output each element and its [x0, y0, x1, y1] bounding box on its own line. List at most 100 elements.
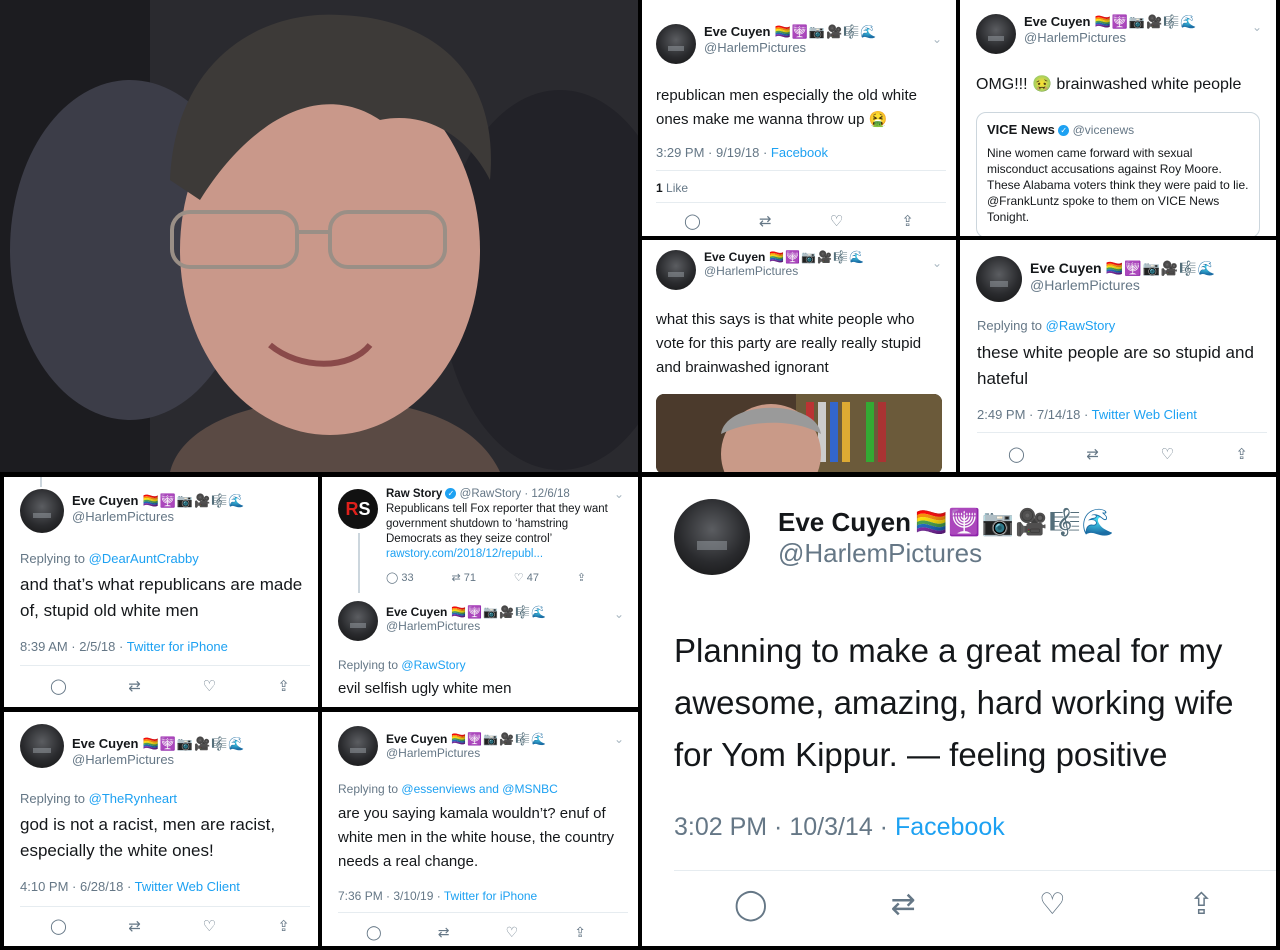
avatar[interactable] — [674, 499, 750, 575]
reply-icon[interactable]: ◯ — [50, 917, 67, 935]
chevron-down-icon[interactable]: ⌄ — [614, 607, 624, 621]
display-name[interactable]: Eve Cuyen — [704, 24, 770, 39]
handle[interactable]: @HarlemPictures — [72, 509, 246, 525]
chevron-down-icon[interactable]: ⌄ — [932, 256, 942, 270]
display-name[interactable]: Eve Cuyen — [1030, 260, 1102, 276]
share-icon[interactable]: ⇪ — [277, 677, 290, 695]
tweet-text: god is not a racist, men are racist, esp… — [20, 815, 276, 860]
tweet-card-6[interactable]: RS Raw Story ✓ @RawStory · 12/6/18 Repub… — [322, 477, 638, 707]
display-name[interactable]: Eve Cuyen — [386, 732, 447, 746]
tweet-card-5[interactable]: Eve Cuyen 🏳️‍🌈🕎📷🎥🎼🌊 @HarlemPictures Reply… — [4, 477, 318, 707]
retweet-icon[interactable]: ⇄ — [1086, 445, 1099, 463]
tweet-text: and that’s what republicans are made of,… — [20, 575, 303, 620]
chevron-down-icon[interactable]: ⌄ — [932, 32, 942, 46]
heart-icon[interactable]: ♡ — [1039, 887, 1066, 922]
chevron-down-icon[interactable]: ⌄ — [614, 487, 624, 501]
chevron-down-icon[interactable]: ⌄ — [1252, 20, 1262, 34]
handle[interactable]: @HarlemPictures — [704, 264, 865, 278]
tweet-card-3[interactable]: Eve Cuyen 🏳️‍🌈🕎📷🎥🎼🌊 @HarlemPictures ⌄ wha… — [642, 240, 956, 472]
heart-icon[interactable]: ♡ — [202, 917, 215, 935]
avatar[interactable] — [976, 256, 1022, 302]
name-emojis: 🏳️‍🌈🕎📷🎥🎼🌊 — [914, 507, 1116, 537]
handle[interactable]: @HarlemPictures — [386, 746, 547, 760]
share-icon[interactable]: ⇪ — [901, 212, 914, 230]
verified-icon: ✓ — [445, 488, 457, 500]
heart-icon[interactable]: ♡ — [830, 212, 843, 230]
share-icon[interactable]: ⇪ — [277, 917, 290, 935]
share-icon[interactable]: ⇪ — [1235, 445, 1248, 463]
chevron-down-icon[interactable]: ⌄ — [614, 732, 624, 746]
share-icon[interactable]: ⇪ — [577, 571, 586, 584]
rawstory-name[interactable]: Raw Story — [386, 488, 442, 500]
retweet-icon[interactable]: ⇄ — [438, 924, 450, 941]
like-count[interactable]: 1 Like — [656, 181, 688, 195]
heart-icon[interactable]: ♡ — [202, 677, 215, 695]
retweet-icon[interactable]: ⇄ 71 — [451, 571, 476, 584]
avatar[interactable] — [20, 724, 64, 768]
reply-icon[interactable]: ◯ — [366, 924, 382, 941]
reply-mention-link[interactable]: @TheRynheart — [89, 791, 177, 806]
tweet-text: evil selfish ugly white men — [338, 680, 512, 697]
rawstory-handle[interactable]: @RawStory · 12/6/18 — [460, 488, 570, 500]
avatar[interactable] — [656, 250, 696, 290]
reply-icon[interactable]: ◯ — [684, 212, 701, 230]
avatar[interactable] — [976, 14, 1016, 54]
heart-icon[interactable]: ♡ 47 — [514, 571, 539, 584]
display-name[interactable]: Eve Cuyen — [704, 250, 765, 264]
heart-icon[interactable]: ♡ — [1160, 445, 1173, 463]
rawstory-text: Republicans tell Fox reporter that they … — [386, 503, 608, 545]
tweet-timestamp[interactable]: 4:10 PM · 6/28/18 · Twitter Web Client — [20, 879, 240, 894]
handle[interactable]: @HarlemPictures — [704, 40, 878, 56]
reply-icon[interactable]: ◯ — [1008, 445, 1025, 463]
reply-mention-link[interactable]: @DearAuntCrabby — [89, 551, 199, 566]
display-name[interactable]: Eve Cuyen — [72, 736, 138, 751]
replying-to: Replying to @RawStory — [977, 318, 1116, 333]
rawstory-link[interactable]: rawstory.com/2018/12/republ... — [386, 547, 626, 562]
handle[interactable]: @HarlemPictures — [72, 752, 246, 768]
retweet-icon[interactable]: ⇄ — [128, 677, 141, 695]
avatar[interactable] — [20, 489, 64, 533]
tweet-card-2[interactable]: Eve Cuyen 🏳️‍🌈🕎📷🎥🎼🌊 @HarlemPictures ⌄ OMG… — [960, 0, 1276, 236]
handle[interactable]: @HarlemPictures — [778, 538, 1115, 569]
avatar[interactable] — [338, 601, 378, 641]
tweet-card-8[interactable]: Eve Cuyen 🏳️‍🌈🕎📷🎥🎼🌊 @HarlemPictures ⌄ Rep… — [322, 712, 638, 946]
display-name[interactable]: Eve Cuyen — [1024, 14, 1090, 29]
share-icon[interactable]: ⇪ — [1189, 887, 1214, 922]
tweet-timestamp[interactable]: 3:29 PM · 9/19/18 · Facebook — [656, 145, 828, 160]
avatar[interactable] — [656, 24, 696, 64]
tweet-image[interactable] — [656, 394, 942, 472]
avatar[interactable] — [338, 726, 378, 766]
reply-mention-link[interactable]: @essenviews and @MSNBC — [401, 782, 557, 796]
tweet-timestamp[interactable]: 8:39 AM · 2/5/18 · Twitter for iPhone — [20, 639, 228, 654]
handle[interactable]: @HarlemPictures — [1030, 277, 1216, 294]
tweet-text: Planning to make a great meal for my awe… — [674, 632, 1234, 773]
name-emojis: 🏳️‍🌈🕎📷🎥🎼🌊 — [1105, 260, 1217, 276]
tweet-card-1[interactable]: Eve Cuyen 🏳️‍🌈🕎📷🎥🎼🌊 @HarlemPictures ⌄ rep… — [642, 0, 956, 236]
tweet-card-9[interactable]: Eve Cuyen 🏳️‍🌈🕎📷🎥🎼🌊 @HarlemPictures Plann… — [642, 477, 1276, 946]
reply-mention-link[interactable]: @RawStory — [1046, 318, 1116, 333]
share-icon[interactable]: ⇪ — [574, 924, 586, 941]
name-emojis: 🏳️‍🌈🕎📷🎥🎼🌊 — [142, 736, 246, 751]
reply-mention-link[interactable]: @RawStory — [401, 658, 465, 672]
tweet-text: are you saying kamala wouldn’t? enuf of … — [338, 805, 614, 870]
handle[interactable]: @HarlemPictures — [386, 619, 547, 633]
tweet-timestamp[interactable]: 3:02 PM · 10/3/14 · Facebook — [674, 813, 1005, 842]
rawstory-avatar[interactable]: RS — [338, 489, 378, 529]
display-name[interactable]: Eve Cuyen — [386, 605, 447, 619]
name-emojis: 🏳️‍🌈🕎📷🎥🎼🌊 — [451, 732, 548, 746]
handle[interactable]: @HarlemPictures — [1024, 30, 1198, 46]
retweet-icon[interactable]: ⇄ — [891, 887, 916, 922]
tweet-card-4[interactable]: Eve Cuyen 🏳️‍🌈🕎📷🎥🎼🌊 @HarlemPictures Reply… — [960, 240, 1276, 472]
display-name[interactable]: Eve Cuyen — [778, 507, 911, 537]
quoted-tweet[interactable]: VICE News ✓ @vicenews Nine women came fo… — [976, 112, 1260, 236]
retweet-icon[interactable]: ⇄ — [759, 212, 772, 230]
display-name[interactable]: Eve Cuyen — [72, 493, 138, 508]
reply-icon[interactable]: ◯ — [50, 677, 67, 695]
tweet-timestamp[interactable]: 7:36 PM · 3/10/19 · Twitter for iPhone — [338, 889, 537, 903]
heart-icon[interactable]: ♡ — [506, 924, 519, 941]
reply-icon[interactable]: ◯ 33 — [386, 571, 414, 584]
tweet-card-7[interactable]: Eve Cuyen 🏳️‍🌈🕎📷🎥🎼🌊 @HarlemPictures Reply… — [4, 712, 318, 946]
reply-icon[interactable]: ◯ — [734, 887, 768, 922]
retweet-icon[interactable]: ⇄ — [128, 917, 141, 935]
tweet-timestamp[interactable]: 2:49 PM · 7/14/18 · Twitter Web Client — [977, 407, 1197, 422]
